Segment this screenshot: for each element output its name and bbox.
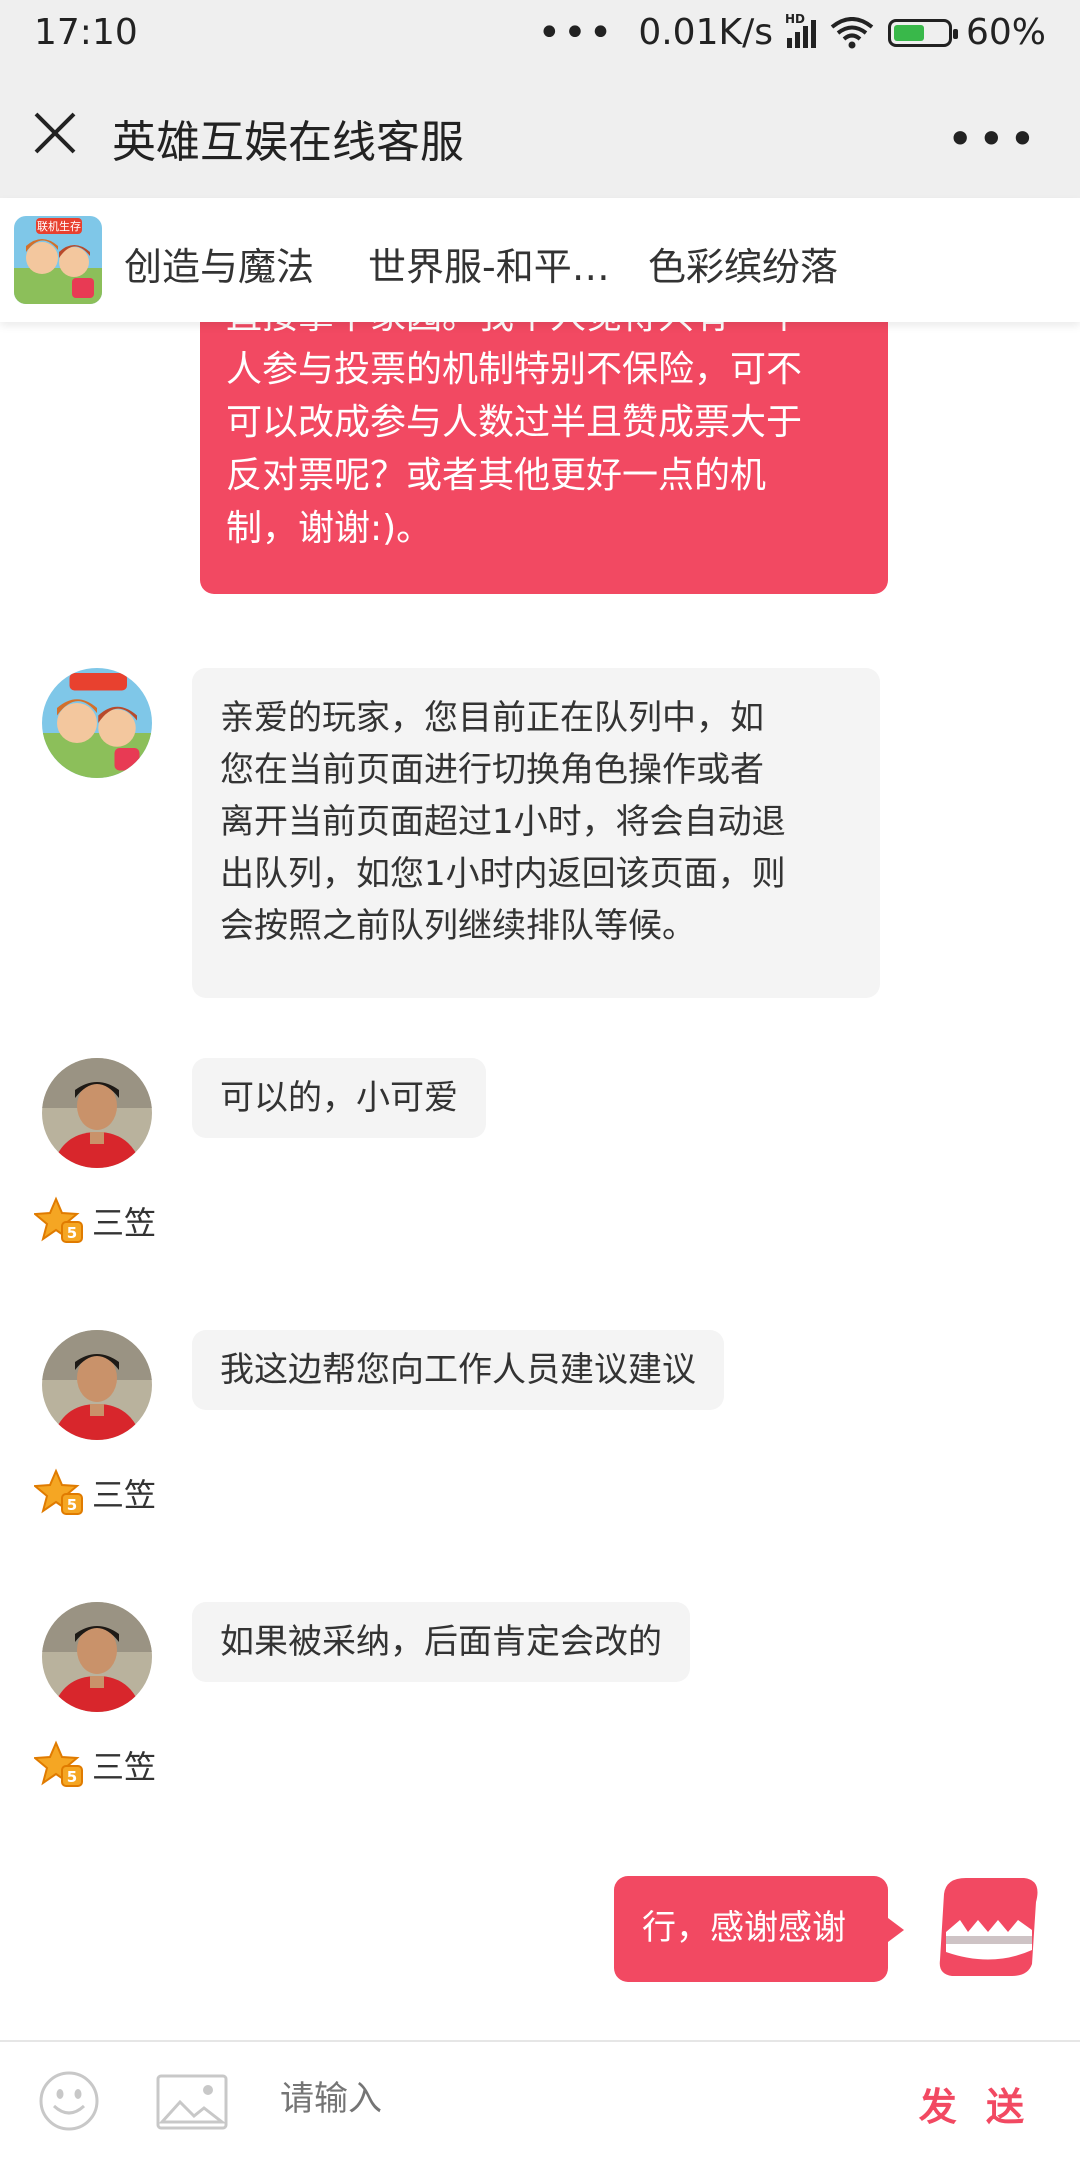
svg-text:5: 5 [67, 1224, 77, 1242]
cell-signal-icon: HD [785, 12, 816, 48]
game-tab-bar: 联机生存 创造与魔法 世界服-和平… 色彩缤纷落 [0, 198, 1080, 322]
star-badge-icon: 5 [34, 1468, 83, 1515]
agent-message: 我这边帮您向工作人员建议建议 [192, 1330, 724, 1410]
agent-name: 三笠 [92, 1204, 157, 1242]
more-options-button[interactable]: ••• [947, 112, 1040, 166]
input-bar: 发 送 [0, 2040, 1080, 2162]
message-text: 我这边帮您向工作人员建议建议 [220, 1350, 696, 1390]
message-line: 可以改成参与人数过半且赞成票大于 [226, 402, 803, 443]
chat-area[interactable]: 直接拿下家园。我个人觉得只有一个 人参与投票的机制特别不保险，可不 可以改成参与… [0, 322, 1080, 2040]
message-line: 离开当前页面超过1小时，将会自动退 [220, 802, 786, 842]
image-icon[interactable] [156, 2074, 228, 2130]
game-logo[interactable]: 联机生存 [14, 216, 102, 304]
agent-tag: 5 三笠 [34, 1196, 156, 1246]
agent-name: 三笠 [92, 1748, 157, 1786]
star-badge-icon: 5 [34, 1740, 83, 1787]
hd-label: HD [784, 11, 805, 26]
agent-tag: 5 三笠 [34, 1468, 156, 1518]
agent-tag: 5 三笠 [34, 1740, 156, 1790]
system-message: 亲爱的玩家，您目前正在队列中，如 您在当前页面进行切换角色操作或者 离开当前页面… [192, 668, 880, 998]
close-icon[interactable] [30, 108, 80, 158]
message-line: 您在当前页面进行切换角色操作或者 [220, 750, 764, 790]
title-bar: 英雄互娱在线客服 ••• [0, 72, 1080, 198]
message-text: 可以的，小可爱 [220, 1078, 458, 1118]
agent-avatar[interactable] [42, 1602, 152, 1712]
network-speed: 0.01K/s [638, 12, 773, 53]
message-line: 人参与投票的机制特别不保险，可不 [226, 349, 803, 390]
message-line: 会按照之前队列继续排队等候。 [220, 906, 696, 946]
status-time: 17:10 [34, 12, 138, 53]
star-badge-icon: 5 [34, 1196, 83, 1243]
emoji-icon[interactable] [38, 2070, 100, 2132]
user-avatar[interactable] [932, 1872, 1050, 1982]
notification-dots-icon: ••• [537, 9, 615, 56]
tab-game-1[interactable]: 创造与魔法 [124, 236, 314, 291]
tab-game-2[interactable]: 世界服-和平… [368, 236, 610, 291]
user-message: 行，感谢感谢 [614, 1876, 888, 1982]
send-button[interactable]: 发 送 [919, 2076, 1032, 2131]
message-input[interactable] [278, 2078, 882, 2120]
page-title: 英雄互娱在线客服 [112, 117, 464, 168]
message-line: 制，谢谢:)。 [226, 508, 433, 549]
agent-message: 可以的，小可爱 [192, 1058, 486, 1138]
system-avatar[interactable] [42, 668, 152, 778]
agent-avatar[interactable] [42, 1058, 152, 1168]
message-line: 反对票呢？或者其他更好一点的机 [226, 455, 767, 496]
agent-name: 三笠 [92, 1476, 157, 1514]
agent-avatar[interactable] [42, 1330, 152, 1440]
status-right: ••• 0.01K/s HD 60% [537, 9, 1046, 56]
bubble-tail [888, 1918, 904, 1942]
game-logo-text: 联机生存 [37, 219, 81, 233]
message-line: 亲爱的玩家，您目前正在队列中，如 [220, 698, 764, 738]
tab-game-3[interactable]: 色彩缤纷落 [648, 236, 838, 291]
message-text: 如果被采纳，后面肯定会改的 [220, 1622, 662, 1662]
svg-text:5: 5 [67, 1768, 77, 1786]
message-text: 行，感谢感谢 [642, 1908, 846, 1948]
battery-icon [887, 18, 958, 47]
wifi-icon [830, 16, 874, 48]
svg-text:5: 5 [67, 1496, 77, 1514]
agent-message: 如果被采纳，后面肯定会改的 [192, 1602, 690, 1682]
message-line: 出队列，如您1小时内返回该页面，则 [220, 854, 786, 894]
user-message: 直接拿下家园。我个人觉得只有一个 人参与投票的机制特别不保险，可不 可以改成参与… [200, 322, 888, 594]
battery-percent: 60% [965, 12, 1046, 53]
message-line: 直接拿下家园。我个人觉得只有一个 [226, 322, 862, 343]
status-bar: 17:10 ••• 0.01K/s HD 60% [0, 0, 1080, 72]
